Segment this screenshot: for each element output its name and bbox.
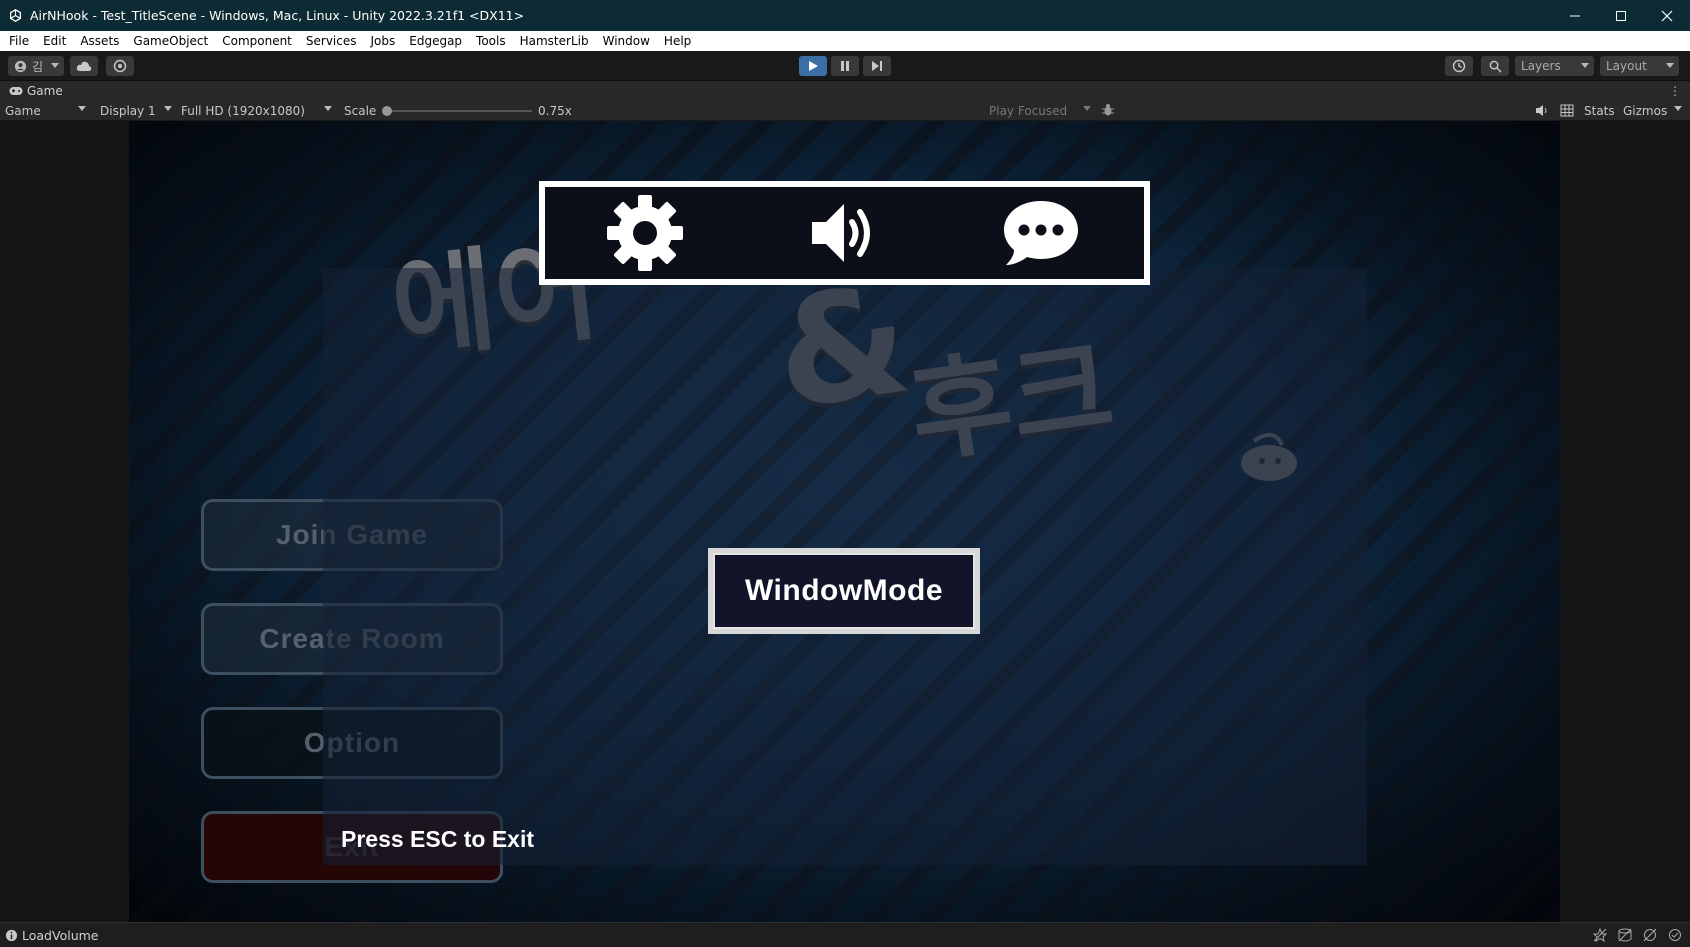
press-esc-hint: Press ESC to Exit [341,826,535,852]
mute-audio-icon[interactable] [1535,104,1549,117]
cloud-icon [76,61,92,71]
unity-logo-icon [9,9,22,22]
options-tab-panel [539,181,1150,285]
scale-slider[interactable] [382,106,532,116]
chevron-down-icon [1083,106,1091,111]
chevron-down-icon [1666,63,1674,68]
chevron-down-icon [324,106,332,111]
menu-component[interactable]: Component [215,34,299,48]
layout-label: Layout [1606,59,1647,73]
gear-icon [607,195,683,271]
pause-button[interactable] [831,56,859,76]
close-icon [1661,10,1673,21]
menu-services[interactable]: Services [299,34,364,48]
step-icon [872,61,882,71]
menu-help[interactable]: Help [657,34,698,48]
chat-tab[interactable] [1001,195,1081,271]
search-icon [1489,60,1502,73]
scale-value: 0.75x [538,103,572,118]
chevron-down-icon [78,106,86,111]
chevron-down-icon [1674,106,1682,111]
account-dropdown[interactable]: 김 [8,56,64,76]
window-mode-button[interactable]: WindowMode [708,548,980,634]
stats-button[interactable]: Stats [1584,103,1615,118]
game-view-bar: Game Display 1 Full HD (1920x1080) Scale… [0,100,1690,121]
more-options-icon[interactable]: ⋮ [1669,84,1681,98]
play-mode-dropdown[interactable]: Play Focused [989,103,1067,118]
auto-generate-lighting-icon[interactable] [1592,928,1607,943]
main-toolbar: 김 Layers Layout [0,51,1690,81]
menu-edgegap[interactable]: Edgegap [402,34,469,48]
play-button[interactable] [799,56,827,76]
history-button[interactable] [1445,56,1473,76]
step-button[interactable] [863,56,891,76]
gizmos-dropdown[interactable]: Gizmos [1623,103,1667,118]
display-dropdown[interactable]: Display 1 [100,103,156,118]
settings-tab[interactable] [605,195,685,271]
bug-icon[interactable] [1101,103,1115,117]
chevron-down-icon [1581,63,1589,68]
menu-edit[interactable]: Edit [36,34,73,48]
cache-server-icon[interactable] [1617,928,1632,943]
maximize-button[interactable] [1598,0,1644,31]
view-mode-dropdown[interactable]: Game [5,103,41,118]
chat-icon [1004,201,1078,265]
info-icon [5,929,18,941]
layers-dropdown[interactable]: Layers [1515,56,1594,76]
tab-game-label: Game [27,83,63,98]
history-icon [1452,59,1466,73]
status-bar: LoadVolume [0,922,1690,947]
grid-icon[interactable] [1560,104,1574,117]
window-title: AirNHook - Test_TitleScene - Windows, Ma… [30,8,525,23]
sound-tab[interactable] [803,195,883,271]
minimize-button[interactable] [1552,0,1598,31]
cloud-button[interactable] [70,56,98,76]
menu-window[interactable]: Window [596,34,657,48]
account-label: 김 [32,59,44,74]
search-button[interactable] [1481,56,1509,76]
scale-label: Scale [344,103,377,118]
window-mode-label: WindowMode [713,553,975,629]
menu-tools[interactable]: Tools [469,34,513,48]
scale-slider-handle[interactable] [382,106,392,116]
resolution-dropdown[interactable]: Full HD (1920x1080) [181,103,305,118]
chevron-down-icon [164,106,172,111]
game-viewport: 에어 & 후크 Join Game Create Room Option Exi… [0,121,1690,922]
menu-file[interactable]: File [0,34,36,48]
close-button[interactable] [1644,0,1690,31]
gamepad-icon [9,86,23,95]
layout-dropdown[interactable]: Layout [1600,56,1679,76]
status-message[interactable]: LoadVolume [22,928,98,943]
network-disabled-icon[interactable] [1642,928,1657,943]
play-icon [809,61,818,71]
tab-game[interactable]: Game [0,84,63,98]
collab-icon [113,59,127,73]
pause-icon [841,61,849,71]
account-icon [14,60,27,72]
game-canvas[interactable]: 에어 & 후크 Join Game Create Room Option Exi… [129,121,1560,922]
collab-button[interactable] [106,56,134,76]
menu-bar: File Edit Assets GameObject Component Se… [0,31,1690,51]
minimize-icon [1570,15,1580,16]
chevron-down-icon [51,63,59,68]
menu-hamsterlib[interactable]: HamsterLib [513,34,596,48]
progress-check-icon[interactable] [1667,928,1682,943]
speaker-icon [812,204,870,262]
menu-gameobject[interactable]: GameObject [126,34,215,48]
maximize-icon [1616,10,1626,21]
layers-label: Layers [1521,59,1561,73]
game-tab-bar: Game ⋮ [0,81,1690,100]
window-titlebar: AirNHook - Test_TitleScene - Windows, Ma… [0,0,1690,31]
menu-jobs[interactable]: Jobs [364,34,403,48]
menu-assets[interactable]: Assets [73,34,126,48]
